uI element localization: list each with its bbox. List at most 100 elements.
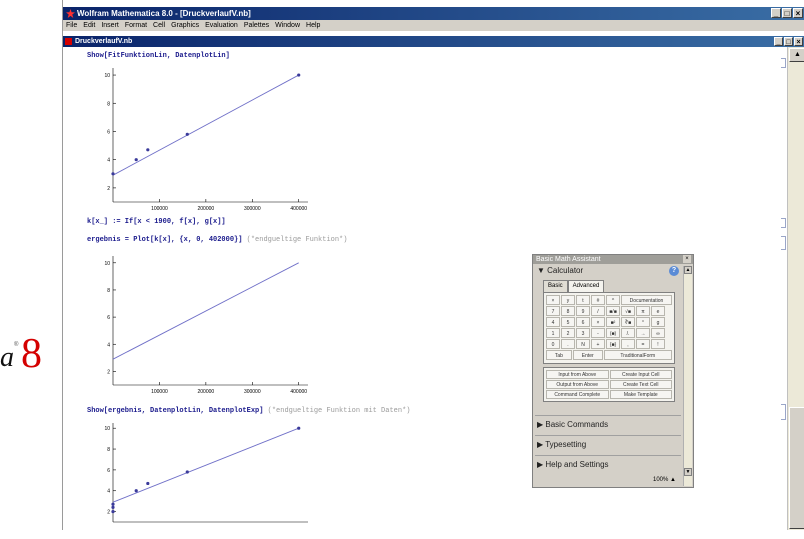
- menu-graphics[interactable]: Graphics: [171, 20, 199, 31]
- x-tick-label: 100000: [151, 389, 168, 395]
- palette-scroll-up-icon[interactable]: ▲: [684, 266, 692, 274]
- key[interactable]: √■: [621, 306, 635, 316]
- cell-bracket[interactable]: [781, 236, 786, 250]
- basic-math-assistant-palette: Basic Math Assistant × ▼ Calculator ? Ba…: [532, 254, 694, 488]
- scroll-up-arrow-icon[interactable]: ▲: [789, 48, 804, 62]
- key[interactable]: ×: [546, 295, 560, 305]
- key[interactable]: 6: [576, 317, 590, 327]
- fit-line: [112, 427, 299, 503]
- make-template-button[interactable]: Make Template: [609, 390, 672, 399]
- key[interactable]: 7: [546, 306, 560, 316]
- key[interactable]: N: [576, 339, 590, 349]
- input-cell-ergebnis[interactable]: ergebnis = Plot[k[x], {x, 0, 402000}] (*…: [87, 236, 347, 244]
- y-tick-label: 8: [107, 288, 110, 294]
- tab-key[interactable]: Tab: [546, 350, 572, 360]
- key[interactable]: 1: [546, 328, 560, 338]
- key[interactable]: ×: [591, 317, 605, 327]
- basic-commands-section[interactable]: ▶ Basic Commands: [537, 420, 608, 429]
- palette-title-bar[interactable]: Basic Math Assistant ×: [533, 255, 693, 264]
- command-complete-button[interactable]: Command Complete: [546, 390, 609, 399]
- key[interactable]: ,: [621, 339, 635, 349]
- key[interactable]: →: [636, 328, 650, 338]
- input-cell-show-ergebnis[interactable]: Show[ergebnis, DatenplotLin, DatenplotEx…: [87, 407, 410, 415]
- key[interactable]: 5: [561, 317, 575, 327]
- help-settings-section[interactable]: ▶ Help and Settings: [537, 460, 609, 469]
- palette-zoom-control[interactable]: 100% ▲: [653, 477, 676, 483]
- scrollbar-thumb[interactable]: [789, 407, 804, 529]
- menu-insert[interactable]: Insert: [101, 20, 119, 31]
- typesetting-section[interactable]: ▶ Typesetting: [537, 440, 586, 449]
- key[interactable]: °: [636, 317, 650, 327]
- menu-file[interactable]: File: [66, 20, 77, 31]
- key[interactable]: 4: [546, 317, 560, 327]
- notebook-minimize-button[interactable]: _: [774, 37, 783, 46]
- close-button[interactable]: ×: [793, 8, 803, 18]
- input-cell-define-k[interactable]: k[x_] := If[x < 1900, f[x], g[x]]: [87, 218, 226, 226]
- menu-evaluation[interactable]: Evaluation: [205, 20, 238, 31]
- traditionalform-key[interactable]: TraditionalForm: [603, 350, 673, 360]
- data-point: [111, 509, 115, 514]
- key[interactable]: !: [651, 339, 665, 349]
- key[interactable]: 0: [546, 339, 560, 349]
- key[interactable]: #: [591, 295, 605, 305]
- fit-line: [112, 262, 299, 360]
- y-tick-label: 10: [104, 261, 110, 267]
- key[interactable]: t: [576, 295, 590, 305]
- key[interactable]: e: [651, 306, 665, 316]
- key[interactable]: π: [636, 306, 650, 316]
- key[interactable]: .: [561, 339, 575, 349]
- create-input-cell-button[interactable]: Create Input Cell: [609, 370, 672, 379]
- key[interactable]: {■}: [606, 339, 620, 349]
- cell-bracket[interactable]: [781, 404, 786, 420]
- key[interactable]: 2: [561, 328, 575, 338]
- create-text-cell-button[interactable]: Create Text Cell: [609, 380, 672, 389]
- key[interactable]: 3: [576, 328, 590, 338]
- key[interactable]: 8: [561, 306, 575, 316]
- menu-edit[interactable]: Edit: [83, 20, 95, 31]
- help-icon[interactable]: ?: [669, 266, 679, 276]
- key[interactable]: (■): [606, 328, 620, 338]
- app-title-bar[interactable]: Wolfram Mathematica 8.0 - [DruckverlaufV…: [63, 7, 804, 20]
- menu-help[interactable]: Help: [306, 20, 320, 31]
- key[interactable]: ■/■: [606, 306, 620, 316]
- tab-advanced[interactable]: Advanced: [567, 280, 605, 292]
- cell-bracket[interactable]: [781, 218, 786, 228]
- input-cell-show-fit[interactable]: Show[FitFunktionLin, DatenplotLin]: [87, 52, 230, 60]
- menu-window[interactable]: Window: [275, 20, 300, 31]
- key[interactable]: ∞: [651, 328, 665, 338]
- key[interactable]: ■²: [606, 317, 620, 327]
- x-tick-label: 200000: [198, 206, 215, 212]
- plot-output-2: 2 4 6 8 10 100000 200000 300000 400000: [103, 252, 313, 402]
- key[interactable]: /: [591, 306, 605, 316]
- maximize-button[interactable]: □: [782, 8, 792, 18]
- calculator-section-header[interactable]: ▼ Calculator: [537, 266, 583, 275]
- palette-close-icon[interactable]: ×: [683, 255, 691, 263]
- key[interactable]: g: [651, 317, 665, 327]
- documentation-key[interactable]: Documentation: [621, 295, 672, 305]
- enter-key[interactable]: Enter: [572, 350, 603, 360]
- menu-cell[interactable]: Cell: [153, 20, 165, 31]
- palette-scrollbar[interactable]: ▲ ▼: [683, 266, 692, 486]
- tab-basic[interactable]: Basic: [543, 280, 568, 292]
- notebook-title-bar[interactable]: DruckverlaufV.nb _ □ ×: [63, 36, 804, 47]
- key[interactable]: =: [636, 339, 650, 349]
- output-from-above-button[interactable]: Output from Above: [546, 380, 609, 389]
- key[interactable]: y: [561, 295, 575, 305]
- menu-format[interactable]: Format: [125, 20, 147, 31]
- cell-bracket[interactable]: [781, 58, 786, 68]
- palette-scroll-down-icon[interactable]: ▼: [684, 468, 692, 476]
- minimize-button[interactable]: _: [771, 8, 781, 18]
- key[interactable]: /.: [621, 328, 635, 338]
- notebook-close-button[interactable]: ×: [794, 37, 803, 46]
- key[interactable]: ^: [606, 295, 620, 305]
- notebook-scrollbar[interactable]: ▲: [787, 47, 804, 530]
- key[interactable]: -: [591, 328, 605, 338]
- menu-palettes[interactable]: Palettes: [244, 20, 269, 31]
- cell-command-buttons: Input from Above Create Input Cell Outpu…: [543, 367, 675, 402]
- notebook-maximize-button[interactable]: □: [784, 37, 793, 46]
- key[interactable]: +: [591, 339, 605, 349]
- input-from-above-button[interactable]: Input from Above: [546, 370, 609, 379]
- x-tick-label: 400000: [290, 206, 307, 212]
- key[interactable]: 9: [576, 306, 590, 316]
- key[interactable]: ∛■: [621, 317, 635, 327]
